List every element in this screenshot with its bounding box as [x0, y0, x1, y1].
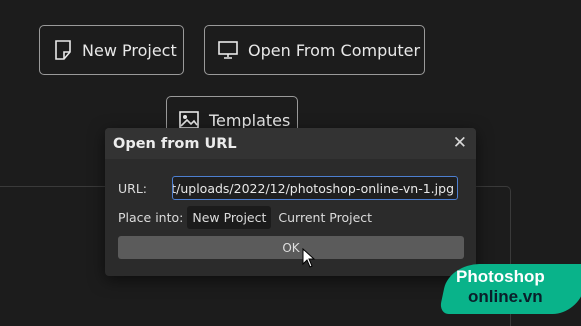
new-project-button[interactable]: New Project — [39, 25, 184, 75]
watermark-logo: Photoshop online.vn — [438, 264, 581, 314]
new-document-icon — [55, 40, 71, 60]
watermark-line2: online.vn — [468, 287, 543, 306]
dialog-header: Open from URL ✕ — [105, 128, 476, 159]
open-from-computer-label: Open From Computer — [248, 40, 421, 60]
url-label: URL: — [118, 180, 148, 196]
open-from-url-dialog: Open from URL ✕ URL: t/uploads/2022/12/p… — [105, 128, 476, 276]
option-new-project[interactable]: New Project — [187, 206, 272, 229]
ok-button[interactable]: OK — [118, 236, 464, 259]
watermark-line1: Photoshop — [456, 267, 545, 286]
dialog-title: Open from URL — [113, 135, 237, 152]
open-from-computer-button[interactable]: Open From Computer — [204, 25, 425, 75]
place-into-label: Place into: — [118, 210, 184, 225]
place-into-row: Place into: New Project Current Project — [118, 206, 377, 229]
close-icon[interactable]: ✕ — [453, 135, 467, 152]
monitor-icon — [218, 41, 238, 59]
url-input-value: t/uploads/2022/12/photoshop-online-vn-1.… — [172, 180, 454, 196]
url-input[interactable]: t/uploads/2022/12/photoshop-online-vn-1.… — [172, 176, 458, 200]
option-current-project[interactable]: Current Project — [273, 206, 377, 229]
image-icon — [179, 111, 199, 129]
mouse-cursor-icon — [302, 248, 316, 268]
ok-button-label: OK — [282, 240, 300, 255]
new-project-label: New Project — [82, 40, 177, 60]
url-row: URL: t/uploads/2022/12/photoshop-online-… — [118, 176, 458, 200]
